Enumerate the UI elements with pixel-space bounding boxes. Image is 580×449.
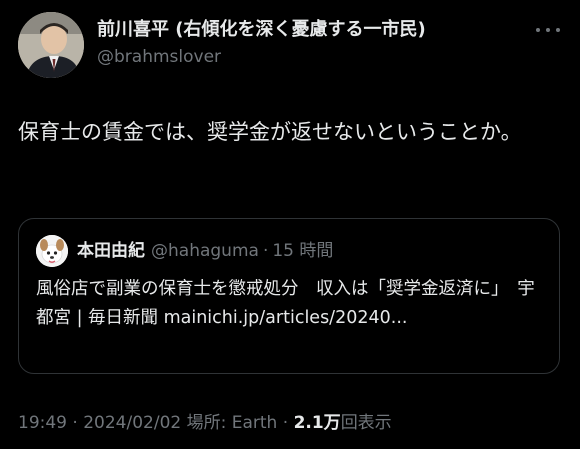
- views-label: 回表示: [340, 413, 392, 433]
- quoted-author-avatar-image: [36, 235, 68, 267]
- quoted-author-avatar: [36, 235, 68, 267]
- author-handle[interactable]: @brahmslover: [97, 45, 426, 69]
- post-text: 保育士の賃金では、奨学金が返せないということか。: [18, 120, 522, 144]
- quoted-tweet-text: 風俗店で副業の保育士を懲戒処分 収入は「奨学金返済に」 宇都宮 | 毎日新聞 m…: [36, 279, 535, 328]
- separator-dot: ·: [262, 241, 269, 261]
- quoted-tweet[interactable]: 本田由紀 @hahaguma · 15 時間 風俗店で副業の保育士を懲戒処分 収入は「…: [18, 218, 560, 374]
- views-count: 2.1万: [293, 413, 341, 433]
- quoted-tweet-header: 本田由紀 @hahaguma · 15 時間: [77, 239, 333, 263]
- tweet-date[interactable]: 2024/02/02: [83, 413, 181, 433]
- more-dot: [536, 28, 540, 32]
- tweet-time[interactable]: 19:49: [18, 413, 67, 433]
- author-avatar[interactable]: [18, 12, 84, 78]
- separator-dot: ·: [282, 413, 289, 433]
- author-display-name[interactable]: 前川喜平 (右傾化を深く憂慮する一市民): [97, 18, 426, 42]
- author-block: 前川喜平 (右傾化を深く憂慮する一市民) @brahmslover: [97, 18, 426, 69]
- quoted-tweet-time: 15 時間: [272, 241, 334, 261]
- tweet-location: 場所: Earth: [186, 413, 278, 433]
- tweet-meta: 19:49 · 2024/02/02 場所: Earth · 2.1万回表示: [18, 411, 392, 435]
- quoted-author-handle: @hahaguma: [151, 241, 259, 261]
- quoted-author-name: 本田由紀: [77, 241, 145, 261]
- tweet: 前川喜平 (右傾化を深く憂慮する一市民) @brahmslover 保育士の賃金…: [0, 0, 580, 449]
- more-horizontal-icon[interactable]: [536, 22, 560, 38]
- more-dot: [556, 28, 560, 32]
- author-avatar-image: [18, 12, 84, 78]
- separator-dot: ·: [72, 413, 78, 433]
- more-dot: [546, 28, 550, 32]
